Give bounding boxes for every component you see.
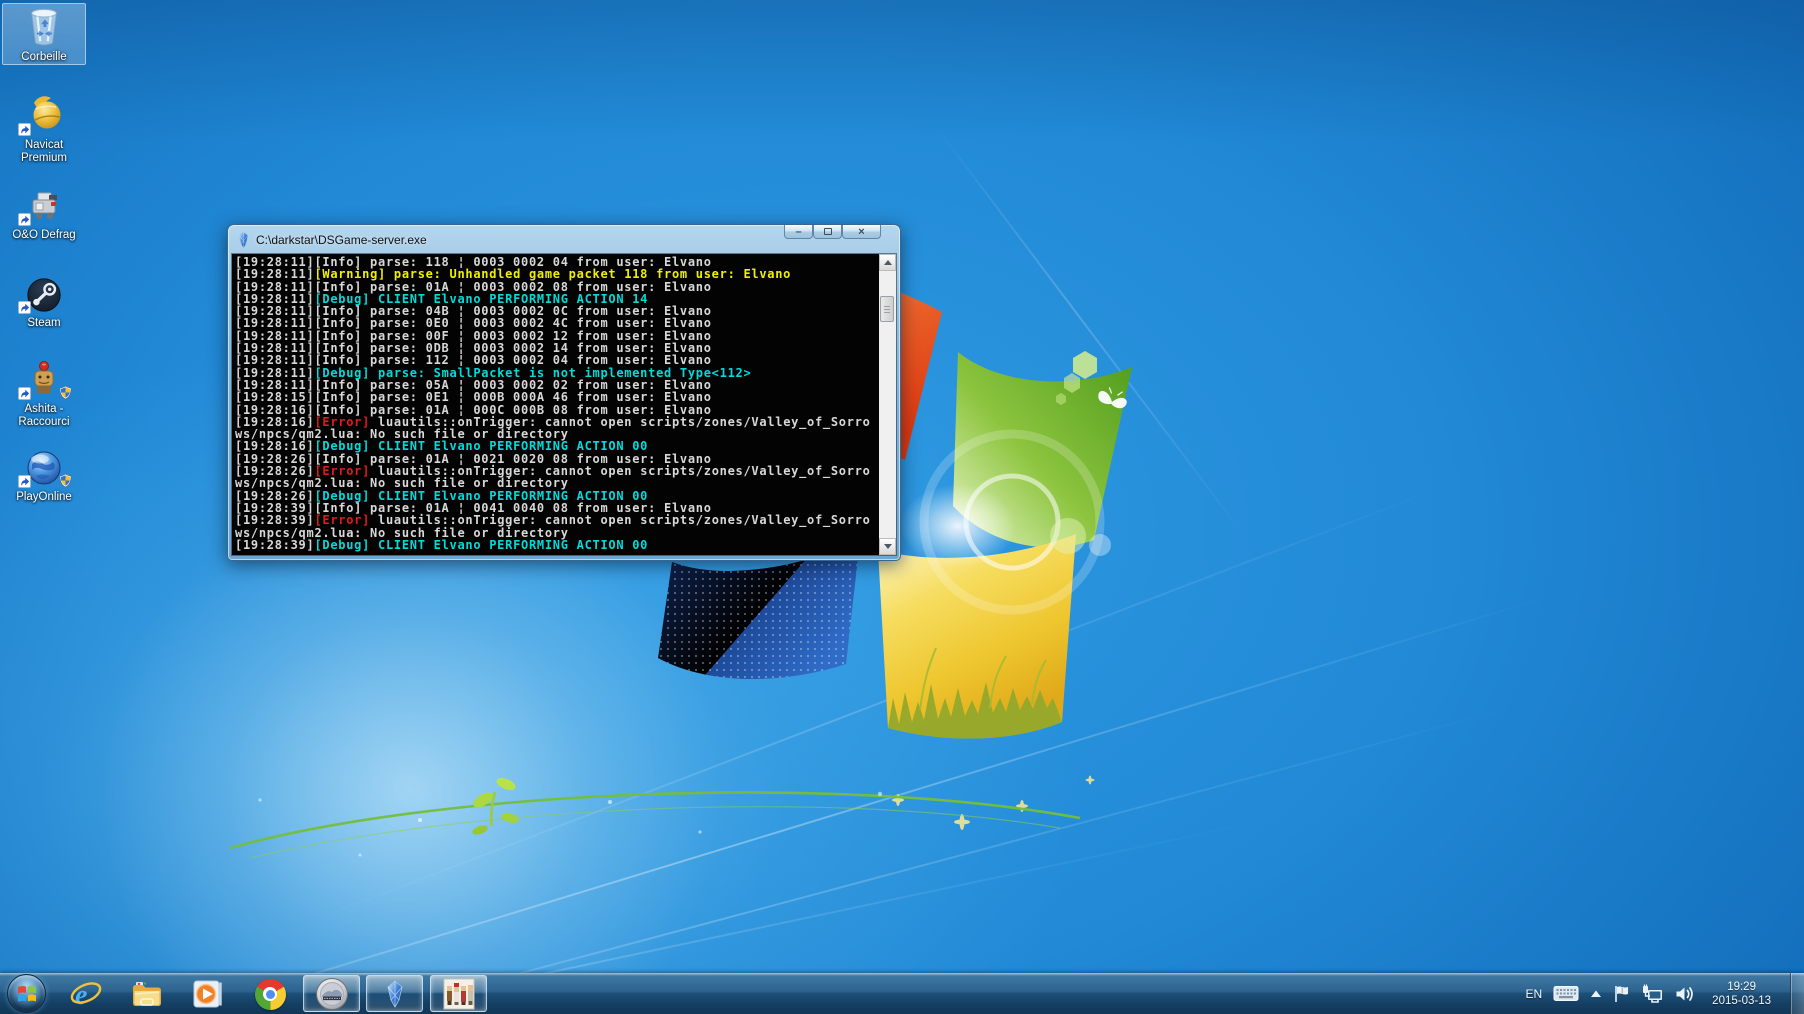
language-indicator[interactable]: EN: [1526, 987, 1543, 1001]
tray-time: 19:29: [1712, 980, 1771, 994]
action-center-flag-icon[interactable]: [1613, 984, 1631, 1004]
taskbar-windows-explorer[interactable]: [129, 977, 165, 1011]
uac-shield-icon: [59, 473, 72, 488]
taskbar-media-player[interactable]: [190, 977, 226, 1011]
desktop-icon-playonline[interactable]: PlayOnline: [2, 444, 86, 504]
wallpaper-light-streak: [933, 123, 1248, 539]
window-title: C:\darkstar\DSGame-server.exe: [256, 233, 427, 247]
windows-flag-icon: [16, 983, 38, 1005]
scroll-thumb[interactable]: [880, 296, 894, 322]
wallpaper-vine: [180, 760, 1380, 890]
shortcut-arrow-badge: [18, 387, 31, 400]
desktop-icon-recycle-bin[interactable]: Corbeille: [2, 3, 86, 65]
console-window: C:\darkstar\DSGame-server.exe – × [19:28…: [227, 224, 901, 561]
wallpaper-light-streak: [65, 706, 1514, 1014]
show-desktop-button[interactable]: [1790, 973, 1804, 1014]
scroll-down-button[interactable]: [879, 538, 896, 555]
clock[interactable]: 19:29 2015-03-13: [1706, 980, 1777, 1008]
scrollbar[interactable]: [879, 254, 896, 555]
maximize-button[interactable]: [813, 225, 842, 239]
shortcut-arrow-badge: [18, 213, 31, 226]
crystal-icon: [385, 979, 405, 1009]
wallpaper-light-burst: [30, 510, 790, 1014]
desktop-icon-label: Navicat Premium: [2, 139, 86, 165]
minimize-button[interactable]: –: [784, 225, 813, 239]
volume-icon[interactable]: [1675, 985, 1695, 1003]
final-fantasy-xi-coin-icon: [315, 977, 349, 1011]
desktop-icon-label: Corbeille: [3, 51, 85, 64]
ffxi-character-sprites-icon: [443, 978, 475, 1010]
close-button[interactable]: ×: [842, 225, 881, 239]
ashita-icon: [2, 356, 86, 400]
desktop-icon-oo-defrag[interactable]: O&O Defrag: [2, 182, 86, 242]
taskbar-window-final-fantasy-xi[interactable]: [303, 975, 360, 1012]
crystal-icon: [237, 231, 250, 249]
desktop-icon-label: Ashita - Raccourci: [2, 403, 86, 429]
tray-date: 2015-03-13: [1712, 994, 1771, 1008]
console-body: [19:28:11][Info] parse: 118 ¦ 0003 0002 …: [232, 254, 896, 555]
wallpaper-light-streak: [0, 594, 1554, 1014]
desktop-icon-label: O&O Defrag: [2, 229, 86, 242]
media-player-icon: [192, 978, 224, 1010]
taskbar-chrome[interactable]: [252, 977, 288, 1011]
up-triangle-icon: [884, 260, 892, 265]
desktop[interactable]: Corbeille Navicat Premium: [0, 0, 1804, 1014]
desktop-icon-steam[interactable]: Steam: [2, 270, 86, 330]
title-bar[interactable]: C:\darkstar\DSGame-server.exe – ×: [228, 225, 900, 254]
desktop-icon-label: PlayOnline: [2, 491, 86, 504]
keyboard-icon[interactable]: [1553, 985, 1579, 1002]
down-triangle-icon: [884, 544, 892, 549]
start-button[interactable]: [7, 974, 46, 1013]
navicat-premium-icon: [2, 92, 86, 136]
oo-defrag-icon: [2, 182, 86, 226]
show-hidden-icons-arrow[interactable]: [1590, 990, 1602, 998]
scroll-up-button[interactable]: [879, 254, 896, 271]
taskbar-internet-explorer[interactable]: e: [68, 977, 104, 1011]
console-output[interactable]: [19:28:11][Info] parse: 118 ¦ 0003 0002 …: [232, 254, 879, 555]
folder-icon: [130, 978, 164, 1010]
steam-icon: [2, 270, 86, 314]
recycle-bin-icon: [3, 4, 85, 48]
taskbar-window-dsgame-server[interactable]: [366, 975, 423, 1012]
chrome-icon: [255, 979, 286, 1010]
network-icon[interactable]: [1642, 984, 1664, 1004]
taskbar: e: [0, 973, 1804, 1014]
maximize-icon: [824, 228, 832, 235]
sprout: [471, 776, 520, 837]
desktop-icon-navicat-premium[interactable]: Navicat Premium: [2, 92, 86, 165]
shortcut-arrow-badge: [18, 475, 31, 488]
shortcut-arrow-badge: [18, 123, 31, 136]
taskbar-window-ffxi-characters[interactable]: [430, 975, 487, 1012]
playonline-icon: [2, 444, 86, 488]
internet-explorer-icon: e: [69, 978, 103, 1010]
shortcut-arrow-badge: [18, 301, 31, 314]
desktop-icon-ashita[interactable]: Ashita - Raccourci: [2, 356, 86, 429]
butterfly: [1096, 385, 1129, 410]
system-tray: EN: [1526, 973, 1804, 1014]
desktop-icon-label: Steam: [2, 317, 86, 330]
uac-shield-icon: [59, 385, 72, 400]
